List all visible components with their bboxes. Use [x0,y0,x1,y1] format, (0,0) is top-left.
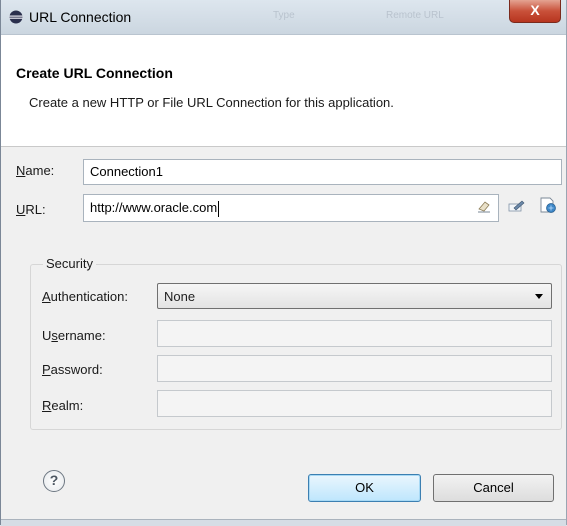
background-column-type: Type [273,10,295,21]
chevron-down-icon [535,294,543,299]
realm-input[interactable] [157,390,552,417]
text-caret [218,200,220,217]
url-label: URL: [16,202,46,217]
name-label: Name: [16,163,55,178]
close-button[interactable]: X [509,0,561,23]
authentication-select[interactable]: None [157,283,552,309]
security-legend: Security [43,256,96,271]
edit-pencil-icon[interactable] [508,199,526,213]
help-circle-icon[interactable]: ? [43,470,65,492]
url-input[interactable]: http://www.oracle.com [83,194,499,222]
eclipse-globe-icon [9,10,23,24]
url-connection-dialog: URL Connection Type Remote URL X Create … [0,0,567,526]
window-title: URL Connection [29,9,132,25]
username-label: Username: [42,328,106,343]
title-bar[interactable]: URL Connection Type Remote URL X [1,0,566,35]
authentication-label: Authentication: [42,289,129,304]
name-input[interactable]: Connection1 [83,159,562,185]
password-input[interactable] [157,355,552,382]
realm-label: Realm: [42,398,84,413]
banner-description: Create a new HTTP or File URL Connection… [29,95,394,110]
ok-button[interactable]: OK [308,474,421,502]
eraser-icon[interactable] [477,199,491,213]
header-banner: Create URL Connection Create a new HTTP … [1,35,566,147]
password-label: Password: [42,362,103,377]
background-column-remote-url: Remote URL [386,10,444,21]
authentication-selected-value: None [164,289,196,304]
banner-title: Create URL Connection [16,65,173,81]
cancel-button[interactable]: Cancel [433,474,554,502]
test-connection-icon[interactable] [539,196,557,214]
username-input[interactable] [157,320,552,347]
